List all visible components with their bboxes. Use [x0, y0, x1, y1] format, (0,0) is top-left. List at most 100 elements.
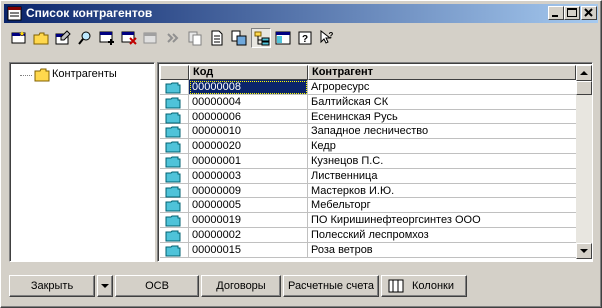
svg-text:?: ?: [302, 34, 308, 45]
osv-button[interactable]: ОСВ: [115, 275, 199, 297]
column-header-icon[interactable]: [160, 65, 189, 80]
tree-panel-icon: [275, 31, 291, 45]
name-cell[interactable]: Мебельторг: [308, 198, 576, 214]
table-row[interactable]: 00000003 Лиственница: [160, 168, 576, 184]
view-list-icon: [231, 30, 247, 46]
table-row[interactable]: 00000006 Есенинская Русь: [160, 109, 576, 125]
name-cell[interactable]: ПО Киришинефтеоргсинтез ООО: [308, 213, 576, 228]
row-icon-cell: [160, 183, 189, 199]
main-window: Список контрагентов ? ? Контрагенты Код …: [0, 0, 602, 308]
table-row[interactable]: 00000020 Кедр: [160, 139, 576, 154]
row-icon-cell: [160, 94, 189, 110]
folder-icon: [165, 156, 181, 168]
folder-icon: [165, 215, 181, 227]
name-cell[interactable]: Агроресурс: [308, 80, 576, 95]
copy-row-icon: [55, 30, 71, 45]
row-icon-cell: [160, 80, 189, 95]
bank-accounts-button[interactable]: Расчетные счета: [283, 275, 379, 297]
folder-icon: [165, 245, 181, 257]
context-help-button[interactable]: ?: [317, 28, 337, 48]
name-cell[interactable]: Кузнецов П.С.: [308, 154, 576, 169]
contracts-button[interactable]: Договоры: [201, 275, 281, 297]
group-tree-panel[interactable]: Контрагенты: [9, 62, 155, 262]
folder-icon: [165, 112, 181, 124]
column-header-code[interactable]: Код: [189, 65, 308, 80]
folder-icon: [165, 97, 181, 109]
column-header-name[interactable]: Контрагент: [308, 65, 576, 80]
scroll-down-button[interactable]: [576, 243, 592, 259]
code-cell[interactable]: 00000015: [189, 242, 308, 258]
vertical-scrollbar[interactable]: [576, 65, 592, 259]
add-row-icon: [99, 31, 114, 45]
new-row-icon: [11, 31, 26, 44]
tree-connector: [20, 75, 32, 76]
code-cell[interactable]: 00000001: [189, 153, 308, 169]
title-bar[interactable]: Список контрагентов: [4, 4, 598, 23]
table-row[interactable]: 00000004 Балтийская СК: [160, 94, 576, 110]
columns-button-label: Колонки: [412, 280, 454, 292]
folder-icon: [165, 126, 181, 138]
table-row[interactable]: 00000019 ПО Киришинефтеоргсинтез ООО: [160, 213, 576, 228]
copy-button[interactable]: [185, 28, 205, 48]
table-row[interactable]: 00000008 Агроресурс: [160, 80, 576, 95]
name-cell[interactable]: Кедр: [308, 139, 576, 154]
document-icon: [211, 30, 223, 46]
table-row[interactable]: 00000005 Мебельторг: [160, 198, 576, 214]
delete-button[interactable]: [119, 28, 139, 48]
name-cell[interactable]: Балтийская СК: [308, 95, 576, 110]
copy-item-button[interactable]: [53, 28, 73, 48]
columns-button[interactable]: Колонки: [381, 275, 467, 297]
minimize-button[interactable]: [548, 6, 564, 20]
folder-icon: [165, 186, 181, 198]
name-cell[interactable]: Мастерков И.Ю.: [308, 184, 576, 199]
help-button[interactable]: ?: [295, 28, 315, 48]
row-icon-cell: [160, 242, 189, 258]
table-row[interactable]: 00000010 Западное лесничество: [160, 124, 576, 140]
close-window-button[interactable]: [581, 6, 597, 20]
tree-panel-button[interactable]: [273, 28, 293, 48]
row-icon-cell: [160, 124, 189, 140]
move-button-disabled[interactable]: [163, 28, 183, 48]
edit-button-disabled[interactable]: [141, 28, 161, 48]
table-row[interactable]: 00000015 Роза ветров: [160, 242, 576, 258]
row-icon-cell: [160, 198, 189, 214]
folder-icon: [165, 230, 181, 242]
document-button[interactable]: [207, 28, 227, 48]
counterparty-table[interactable]: Код Контрагент 00000008 Агроресурс 000000…: [157, 62, 593, 262]
name-cell[interactable]: Роза ветров: [308, 243, 576, 258]
table-row[interactable]: 00000009 Мастерков И.Ю.: [160, 183, 576, 199]
new-item-button[interactable]: [9, 28, 29, 48]
close-button[interactable]: Закрыть: [9, 275, 95, 297]
table-row[interactable]: 00000001 Кузнецов П.С.: [160, 153, 576, 169]
name-cell[interactable]: Западное лесничество: [308, 124, 576, 140]
maximize-icon: [567, 8, 577, 17]
maximize-button[interactable]: [564, 6, 580, 20]
code-cell[interactable]: 00000003: [189, 168, 308, 184]
code-cell[interactable]: 00000006: [189, 109, 308, 125]
scroll-thumb[interactable]: [576, 81, 592, 95]
view-button[interactable]: [229, 28, 249, 48]
new-group-button[interactable]: [31, 28, 51, 48]
folder-icon: [165, 171, 181, 183]
name-cell[interactable]: Полесский леспромхоз: [308, 228, 576, 243]
row-icon-cell: [160, 168, 189, 184]
code-cell[interactable]: 00000008: [189, 80, 308, 95]
code-cell[interactable]: 00000020: [189, 139, 308, 154]
name-cell[interactable]: Лиственница: [308, 169, 576, 184]
name-cell[interactable]: Есенинская Русь: [308, 110, 576, 125]
find-button[interactable]: [75, 28, 95, 48]
table-row[interactable]: 00000002 Полесский леспромхоз: [160, 227, 576, 243]
folder-icon: [34, 68, 50, 82]
code-cell[interactable]: 00000004: [189, 94, 308, 110]
tree-node-label: Контрагенты: [52, 68, 117, 80]
code-cell[interactable]: 00000019: [189, 213, 308, 228]
code-cell[interactable]: 00000005: [189, 198, 308, 214]
add-button[interactable]: [97, 28, 117, 48]
hierarchy-toggle-button[interactable]: [251, 28, 271, 48]
edit-row-icon: [143, 32, 157, 44]
code-cell[interactable]: 00000002: [189, 227, 308, 243]
code-cell[interactable]: 00000010: [189, 124, 308, 140]
scroll-up-button[interactable]: [576, 65, 592, 81]
close-menu-dropdown[interactable]: [97, 275, 113, 297]
code-cell[interactable]: 00000009: [189, 183, 308, 199]
